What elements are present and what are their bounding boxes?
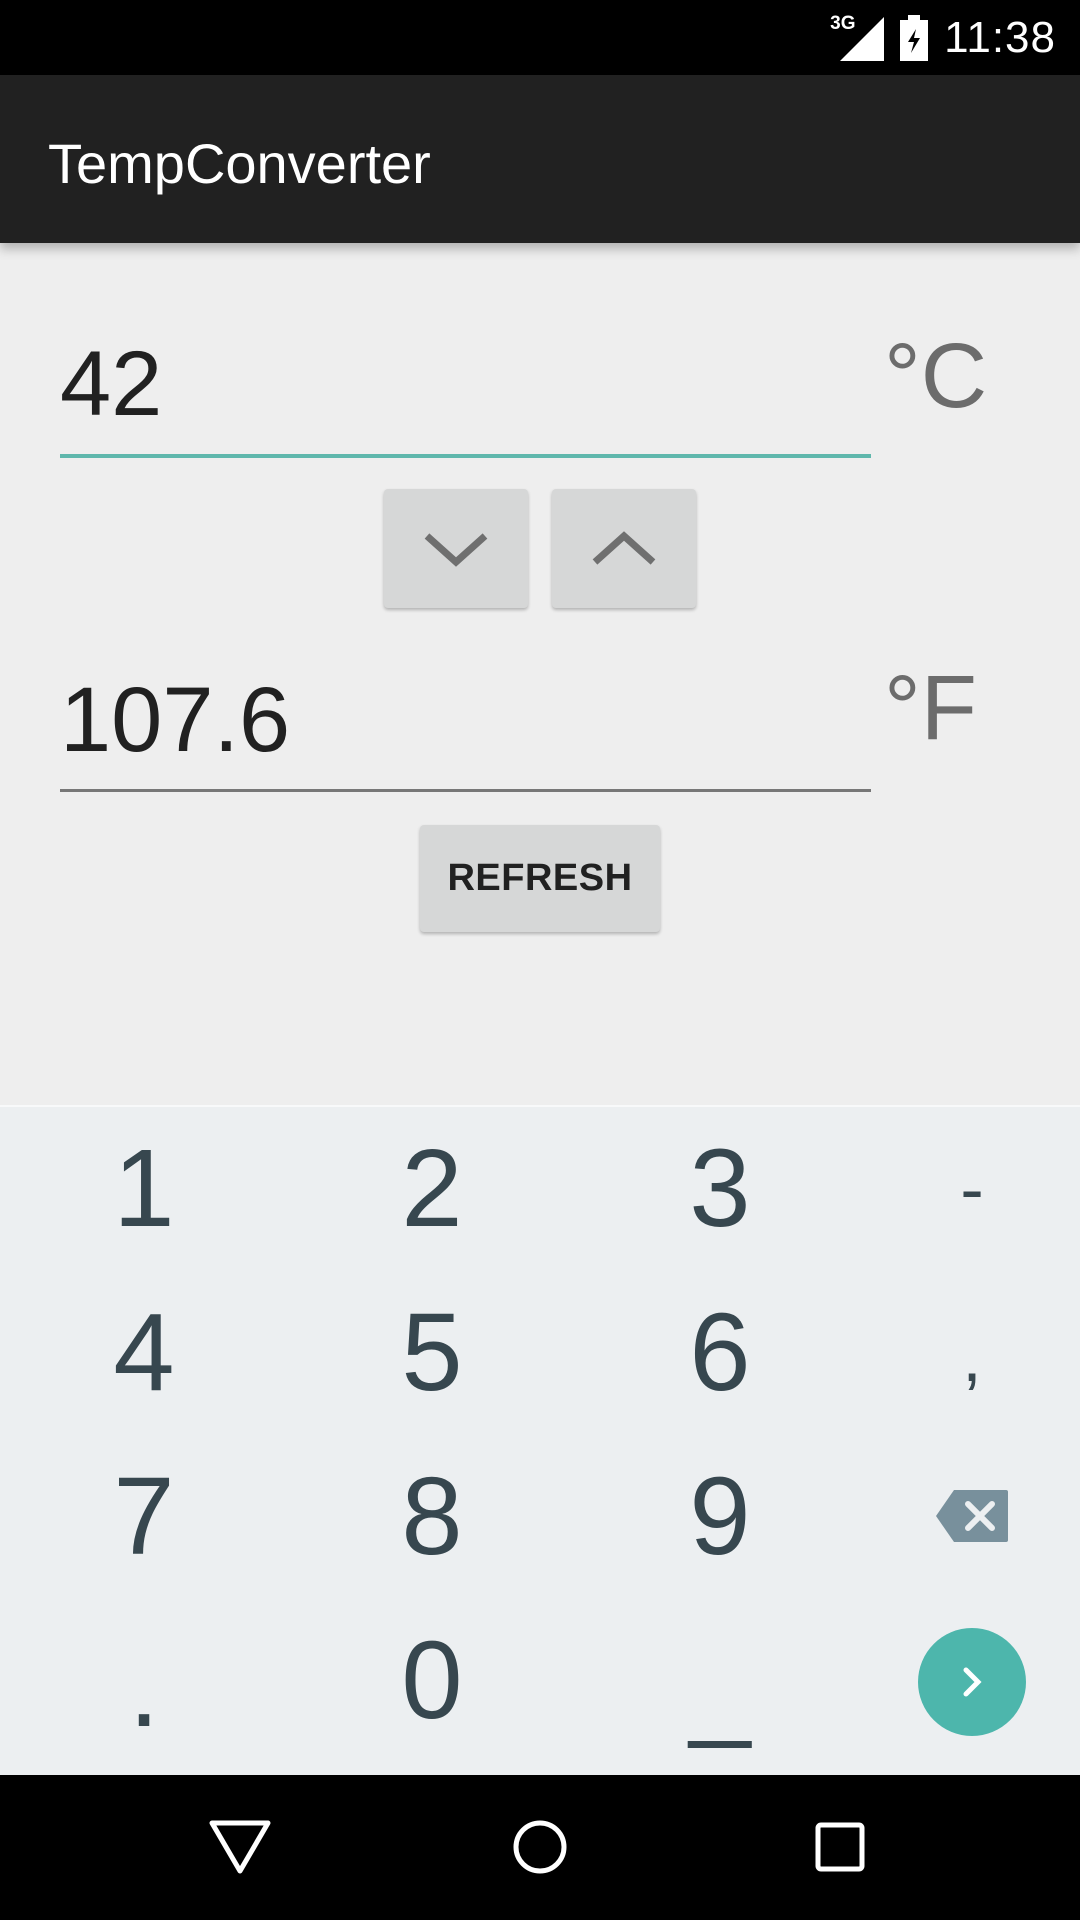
celsius-input[interactable]: 42 (60, 318, 871, 458)
fahrenheit-value: 107.6 (60, 669, 291, 771)
key-2[interactable]: 2 (352, 1114, 512, 1264)
key-6[interactable]: 6 (640, 1278, 800, 1428)
home-icon[interactable] (504, 1811, 576, 1883)
fahrenheit-input[interactable]: 107.6 (60, 654, 871, 792)
key-9[interactable]: 9 (640, 1442, 800, 1592)
chevron-up-icon (592, 531, 656, 565)
backspace-key[interactable] (934, 1488, 1010, 1544)
celsius-value: 42 (60, 333, 163, 435)
celsius-unit-label: °C (884, 325, 988, 427)
status-time: 11:38 (944, 12, 1056, 62)
key-0[interactable]: 0 (352, 1606, 512, 1756)
increment-button[interactable] (552, 489, 696, 608)
back-icon[interactable] (204, 1811, 276, 1883)
fahrenheit-underline (60, 789, 871, 792)
navigation-bar (0, 1775, 1080, 1920)
refresh-button[interactable]: REFRESH (420, 825, 660, 932)
key-8[interactable]: 8 (352, 1442, 512, 1592)
recents-icon[interactable] (804, 1811, 876, 1883)
app-bar: TempConverter (0, 75, 1080, 243)
fahrenheit-unit-label: °F (884, 657, 977, 759)
key-underscore[interactable]: _ (640, 1614, 800, 1764)
key-period[interactable]: . (64, 1614, 224, 1764)
go-key[interactable] (918, 1628, 1026, 1736)
key-5[interactable]: 5 (352, 1278, 512, 1428)
signal-icon: 3G (830, 13, 885, 61)
key-7[interactable]: 7 (64, 1442, 224, 1592)
chevron-down-icon (424, 533, 488, 567)
key-comma[interactable]: , (892, 1282, 1052, 1432)
celsius-underline (60, 454, 871, 458)
key-4[interactable]: 4 (64, 1278, 224, 1428)
key-3[interactable]: 3 (640, 1114, 800, 1264)
status-bar: 3G 11:38 (0, 0, 1080, 75)
key-minus[interactable]: - (892, 1114, 1052, 1264)
decrement-button[interactable] (384, 489, 528, 608)
chevron-right-icon (963, 1667, 982, 1697)
key-1[interactable]: 1 (64, 1114, 224, 1264)
battery-charging-icon (900, 14, 929, 61)
backspace-icon (936, 1490, 1008, 1542)
app-title: TempConverter (48, 132, 431, 195)
